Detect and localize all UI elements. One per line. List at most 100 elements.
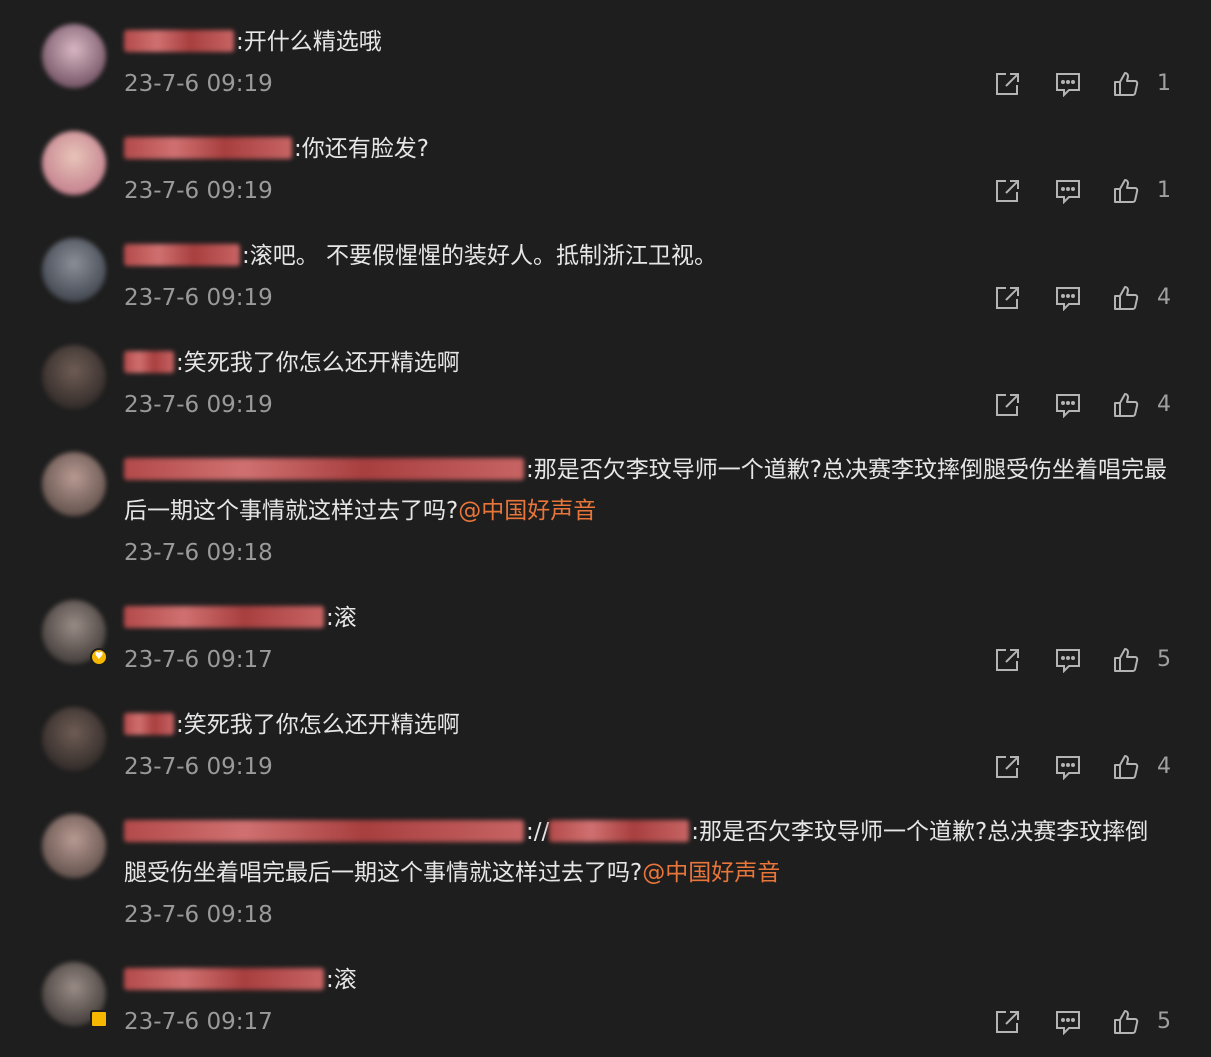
share-icon[interactable] [992,384,1024,426]
comment-item: ♥ :滚 23-7-6 09:17 5 [0,596,1211,681]
comment-actions: 1 [992,63,1171,105]
like-count: 1 [1157,178,1171,203]
timestamp: 23-7-6 09:19 [124,754,273,780]
avatar-image [42,24,106,88]
like-count: 5 [1157,1009,1171,1034]
like-count: 4 [1157,392,1171,417]
comment-meta: 23-7-6 09:18 [124,894,1171,936]
avatar-image [42,452,106,516]
comment-body: :笑死我了你怎么还开精选啊 [176,712,460,738]
comment-actions: 1 [992,170,1171,212]
comment-icon[interactable] [1052,746,1084,788]
comment-meta: 23-7-6 09:17 5 [124,639,1171,681]
timestamp: 23-7-6 09:17 [124,647,273,673]
avatar-image [42,814,106,878]
comment-text: :滚 [124,596,1171,639]
thumbs-up-icon[interactable] [1111,63,1141,105]
comment-text: :笑死我了你怎么还开精选啊 [124,703,1171,746]
thumbs-up-icon[interactable] [1111,170,1141,212]
avatar[interactable]: ♥ [42,600,108,666]
comment-body: :开什么精选哦 [236,29,382,55]
avatar[interactable] [42,452,106,516]
thumbs-up-icon[interactable] [1111,384,1141,426]
comment-item: :那是否欠李玟导师一个道歉?总决赛李玟摔倒腿受伤坐着唱完最后一期这个事情就这样过… [0,448,1211,574]
username-link[interactable] [124,820,524,842]
comment-actions: 5 [992,1001,1171,1043]
username-link[interactable] [124,606,324,628]
thumbs-up-icon[interactable] [1111,277,1141,319]
mention-link[interactable]: @中国好声音 [458,498,596,524]
share-icon[interactable] [992,639,1024,681]
comment-text: :滚 [124,958,1171,1001]
comment-text: :开什么精选哦 [124,20,1171,63]
comment-body: :滚吧。 不要假惺惺的装好人。抵制浙江卫视。 [242,243,718,269]
timestamp: 23-7-6 09:19 [124,71,273,97]
share-icon[interactable] [992,746,1024,788]
share-icon[interactable] [992,170,1024,212]
comment-item: :笑死我了你怎么还开精选啊 23-7-6 09:19 4 [0,703,1211,788]
comment-meta: 23-7-6 09:19 4 [124,384,1171,426]
repost-username-link[interactable] [549,820,690,842]
comment-meta: 23-7-6 09:19 1 [124,170,1171,212]
avatar[interactable] [42,707,106,771]
comment-actions: 4 [992,277,1171,319]
avatar-image [42,131,106,195]
comment-body: :笑死我了你怎么还开精选啊 [176,350,460,376]
thumbs-up-icon[interactable] [1111,746,1141,788]
comment-icon[interactable] [1052,170,1084,212]
timestamp: 23-7-6 09:19 [124,392,273,418]
share-icon[interactable] [992,63,1024,105]
timestamp: 23-7-6 09:17 [124,1009,273,1035]
comment-icon[interactable] [1052,277,1084,319]
comment-meta: 23-7-6 09:18 [124,532,1171,574]
comment-item: :滚 23-7-6 09:17 5 [0,958,1211,1043]
mention-link[interactable]: @中国好声音 [642,860,780,886]
avatar[interactable] [42,962,108,1028]
thumbs-up-icon[interactable] [1111,1001,1141,1043]
share-icon[interactable] [992,277,1024,319]
comment-text: :笑死我了你怎么还开精选啊 [124,341,1171,384]
like-count: 1 [1157,71,1171,96]
username-link[interactable] [124,968,324,990]
like-count: 5 [1157,647,1171,672]
comment-meta: 23-7-6 09:19 4 [124,746,1171,788]
comment-icon[interactable] [1052,639,1084,681]
comment-actions: 4 [992,384,1171,426]
comment-icon[interactable] [1052,384,1084,426]
username-link[interactable] [124,713,174,735]
comment-item: ://:那是否欠李玟导师一个道歉?总决赛李玟摔倒腿受伤坐着唱完最后一期这个事情就… [0,810,1211,936]
share-icon[interactable] [992,1001,1024,1043]
timestamp: 23-7-6 09:19 [124,285,273,311]
comment-body: :你还有脸发? [294,136,429,162]
avatar[interactable] [42,345,106,409]
username-link[interactable] [124,351,174,373]
comment-icon[interactable] [1052,1001,1084,1043]
comment-item: :你还有脸发? 23-7-6 09:19 1 [0,127,1211,212]
comment-body: :滚 [326,967,357,993]
comment-item: :笑死我了你怎么还开精选啊 23-7-6 09:19 4 [0,341,1211,426]
username-link[interactable] [124,30,234,52]
avatar[interactable] [42,814,106,878]
comment-text: :你还有脸发? [124,127,1171,170]
avatar[interactable] [42,131,106,195]
avatar-image [42,345,106,409]
comment-body: :滚 [326,605,357,631]
avatar[interactable] [42,24,106,88]
comment-icon[interactable] [1052,63,1084,105]
comment-text: ://:那是否欠李玟导师一个道歉?总决赛李玟摔倒腿受伤坐着唱完最后一期这个事情就… [124,810,1171,894]
like-count: 4 [1157,754,1171,779]
username-link[interactable] [124,244,240,266]
timestamp: 23-7-6 09:19 [124,178,273,204]
username-link[interactable] [124,137,292,159]
avatar-image [42,238,106,302]
verified-badge-icon: ♥ [90,648,108,666]
comment-actions: 5 [992,639,1171,681]
comment-meta: 23-7-6 09:17 5 [124,1001,1171,1043]
like-count: 4 [1157,285,1171,310]
comment-meta: 23-7-6 09:19 4 [124,277,1171,319]
comment-text: :那是否欠李玟导师一个道歉?总决赛李玟摔倒腿受伤坐着唱完最后一期这个事情就这样过… [124,448,1171,532]
timestamp: 23-7-6 09:18 [124,540,273,566]
thumbs-up-icon[interactable] [1111,639,1141,681]
username-link[interactable] [124,458,524,480]
avatar[interactable] [42,238,106,302]
